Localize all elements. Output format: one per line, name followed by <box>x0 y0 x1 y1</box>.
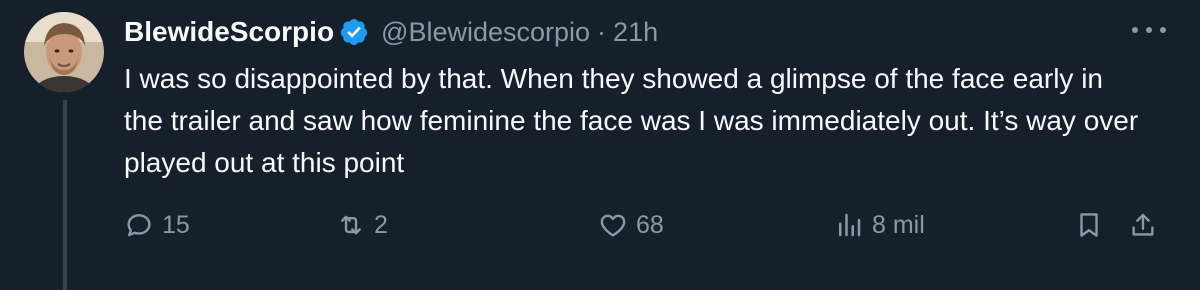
retweet-icon <box>341 215 361 235</box>
timestamp[interactable]: 21h <box>613 17 658 48</box>
tweet-header: BlewideScorpio @Blewidescorpio · 21h <box>124 10 658 54</box>
bookmark-button[interactable] <box>1074 200 1104 250</box>
tweet[interactable]: BlewideScorpio @Blewidescorpio · 21h I w… <box>0 0 1200 290</box>
separator-dot: · <box>597 16 607 47</box>
verified-badge-icon <box>339 17 369 47</box>
like-button[interactable]: 68 <box>598 200 664 250</box>
thread-line <box>63 100 67 290</box>
bar-chart-icon <box>839 213 861 237</box>
avatar-image <box>24 12 104 92</box>
reply-icon <box>127 214 151 237</box>
user-handle[interactable]: @Blewidescorpio <box>381 17 590 48</box>
display-name[interactable]: BlewideScorpio <box>124 16 334 48</box>
retweet-count: 2 <box>374 210 388 239</box>
avatar[interactable] <box>24 12 104 92</box>
views-button[interactable]: 8 mil <box>834 200 925 250</box>
tweet-text: I was so disappointed by that. When they… <box>124 63 1139 178</box>
views-count: 8 mil <box>872 210 925 239</box>
share-button[interactable] <box>1128 200 1158 250</box>
retweet-button[interactable]: 2 <box>336 200 388 250</box>
share-icon <box>1132 213 1154 236</box>
action-bar: 15 2 68 8 mil <box>124 200 1174 250</box>
reply-count: 15 <box>162 210 190 239</box>
more-icon[interactable] <box>1132 18 1166 42</box>
like-count: 68 <box>636 210 664 239</box>
bookmark-icon <box>1080 213 1098 237</box>
reply-button[interactable]: 15 <box>124 200 190 250</box>
heart-icon <box>600 214 626 237</box>
